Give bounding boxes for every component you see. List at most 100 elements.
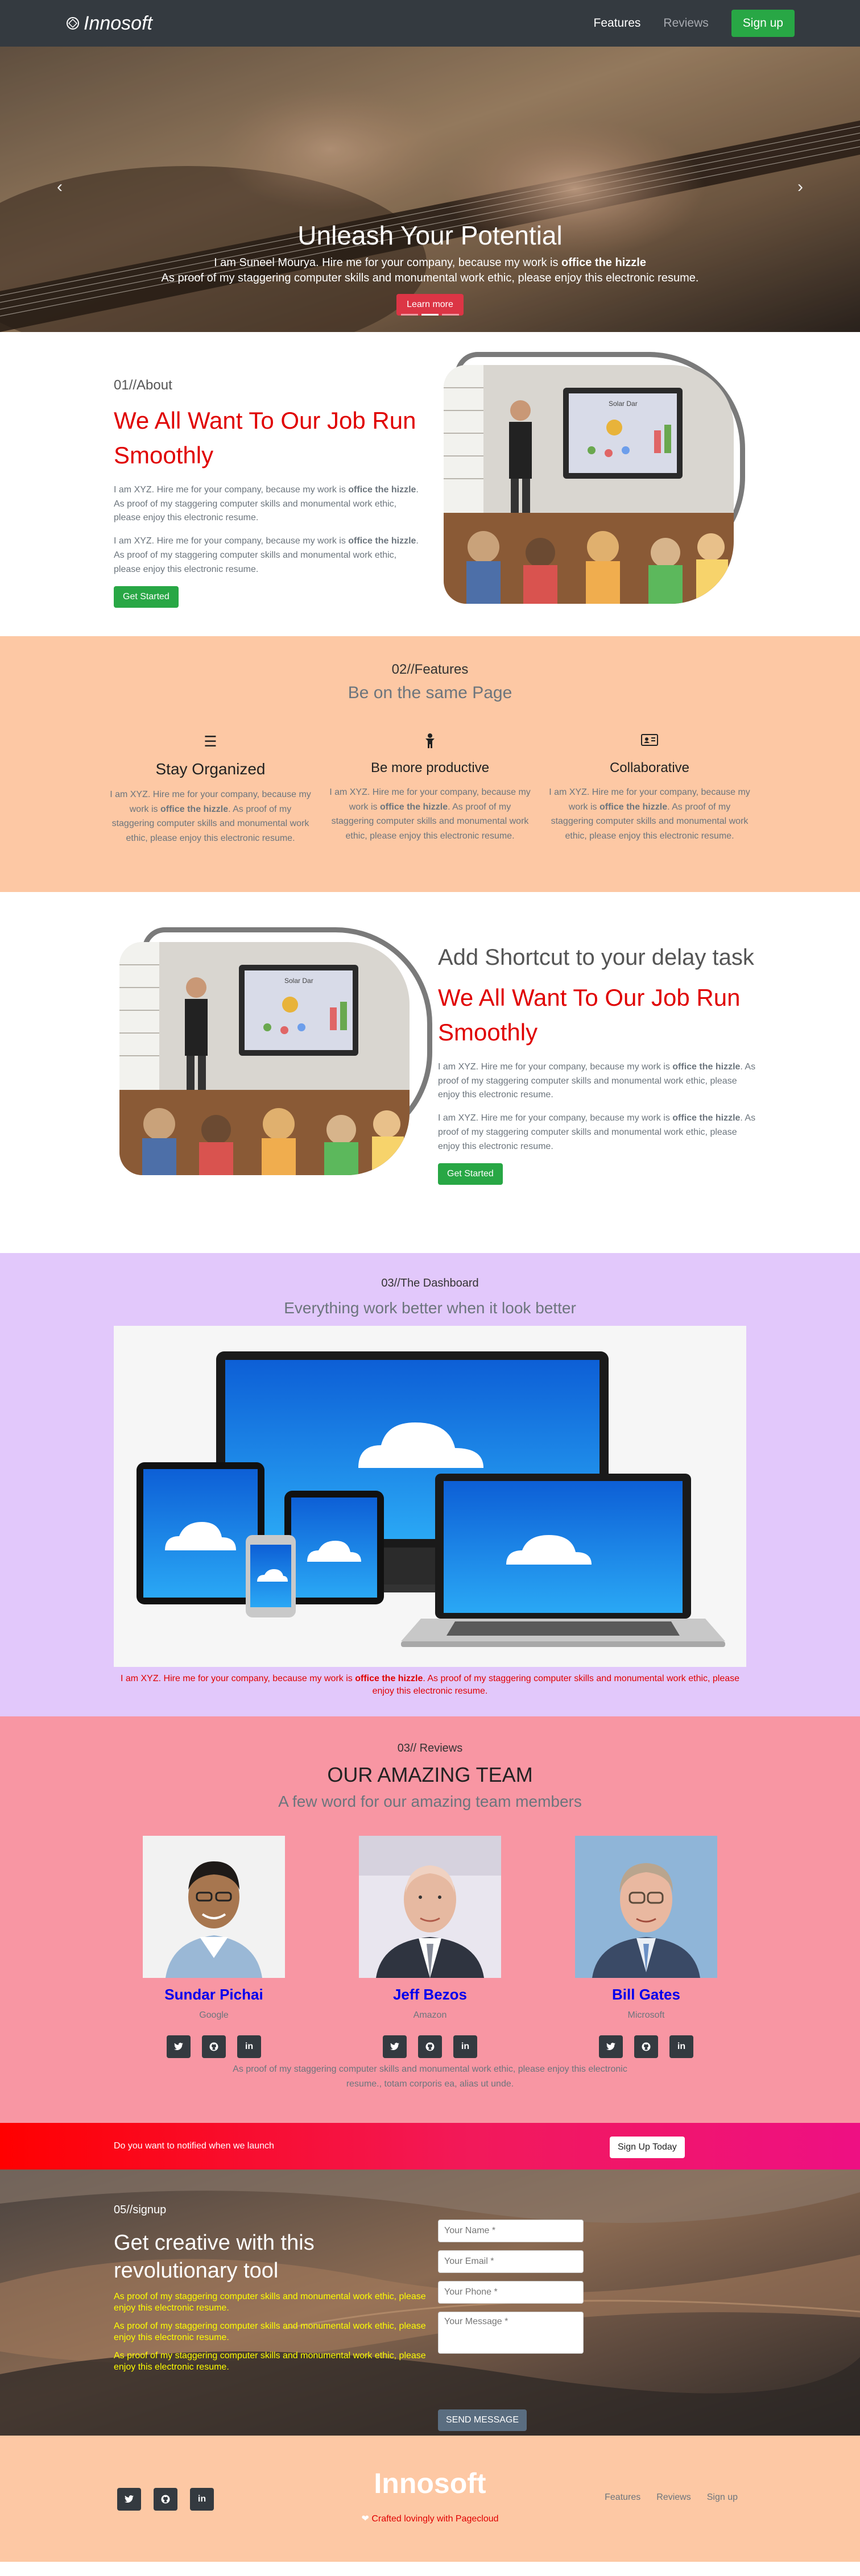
team-member-card: Sundar Pichai Google in bbox=[143, 1836, 285, 2058]
twitter-icon[interactable] bbox=[599, 2035, 623, 2058]
learn-more-button[interactable]: Learn more bbox=[396, 294, 464, 316]
get-started-button[interactable]: Get Started bbox=[438, 1163, 503, 1185]
member-name: Jeff Bezos bbox=[392, 1986, 468, 2003]
team-row: Sundar Pichai Google in Jeff Bezos Amazo… bbox=[0, 1836, 860, 2058]
email-field[interactable] bbox=[438, 2250, 584, 2273]
hero-line-2: As proof of my staggering computer skill… bbox=[161, 272, 699, 284]
twitter-icon-shape bbox=[606, 2043, 615, 2051]
classroom-photo: Solar Dar bbox=[119, 942, 410, 1175]
feature-text-bold: office the hizzle bbox=[379, 802, 448, 812]
hero-line-1-text: I am Suneel Mourya. Hire me for your com… bbox=[214, 256, 562, 269]
signup-text: 05//signup Get creative with this revolu… bbox=[114, 2204, 432, 2380]
heart-icon: ❤ bbox=[361, 2514, 369, 2524]
nav-links: Features Reviews Sign up bbox=[594, 10, 795, 37]
carousel-prev-icon[interactable]: ‹ bbox=[57, 177, 63, 197]
signup-section: 05//signup Get creative with this revolu… bbox=[0, 2170, 860, 2436]
github-icon[interactable] bbox=[418, 2035, 442, 2058]
footer-link-signup[interactable]: Sign up bbox=[707, 2492, 738, 2503]
github-icon-shape bbox=[209, 2042, 218, 2051]
about-paragraph: I am XYZ. Hire me for your company, beca… bbox=[114, 534, 421, 576]
shortcut-paragraph-text: I am XYZ. Hire me for your company, beca… bbox=[438, 1061, 673, 1072]
notify-text: Do you want to notified when we launch bbox=[114, 2141, 274, 2151]
shortcut-section: Solar Dar Add Shortcut to your delay tas… bbox=[0, 892, 860, 1253]
classroom-illustration: Solar Dar bbox=[444, 365, 734, 604]
feature-text-bold: office the hizzle bbox=[599, 802, 668, 812]
nav-link-features[interactable]: Features bbox=[594, 16, 641, 30]
brand[interactable]: Innosoft bbox=[65, 13, 152, 35]
footer-link-features[interactable]: Features bbox=[605, 2492, 640, 2503]
avatar bbox=[143, 1836, 285, 1978]
avatar bbox=[359, 1836, 501, 1978]
board-label: Solar Dar bbox=[609, 400, 638, 408]
send-message-button[interactable]: SEND MESSAGE bbox=[438, 2409, 527, 2431]
member-company: Google bbox=[199, 2010, 229, 2020]
reviews-heading: OUR AMAZING TEAM bbox=[327, 1763, 533, 1786]
about-paragraph-text: I am XYZ. Hire me for your company, beca… bbox=[114, 484, 349, 495]
linkedin-icon[interactable]: in bbox=[453, 2035, 477, 2058]
about-text: 01//About We All Want To Our Job Run Smo… bbox=[114, 378, 421, 608]
feature-title: Stay Organized bbox=[155, 760, 266, 778]
reviews-section: 03// Reviews OUR AMAZING TEAM A few word… bbox=[0, 1716, 860, 2123]
navbar: Innosoft Features Reviews Sign up bbox=[0, 0, 860, 47]
sign-up-today-button[interactable]: Sign Up Today bbox=[610, 2137, 685, 2158]
child-icon bbox=[328, 733, 532, 752]
github-icon[interactable] bbox=[202, 2035, 226, 2058]
twitter-icon-shape bbox=[390, 2043, 399, 2051]
avatar-portrait bbox=[359, 1836, 501, 1978]
feature-card: Collaborative I am XYZ. Hire me for your… bbox=[547, 733, 752, 845]
signup-button[interactable]: Sign up bbox=[731, 10, 795, 37]
member-name: Sundar Pichai bbox=[164, 1986, 263, 2003]
feature-card: Be more productive I am XYZ. Hire me for… bbox=[328, 733, 532, 845]
signup-form: SEND MESSAGE bbox=[438, 2220, 584, 2431]
twitter-icon-shape bbox=[174, 2043, 183, 2051]
github-icon[interactable] bbox=[634, 2035, 658, 2058]
dashboard-caption: I am XYZ. Hire me for your company, beca… bbox=[114, 1673, 746, 1698]
nav-link-reviews[interactable]: Reviews bbox=[663, 16, 708, 30]
shortcut-text: Add Shortcut to your delay task We All W… bbox=[438, 943, 756, 1185]
carousel-indicator[interactable] bbox=[401, 314, 418, 316]
twitter-icon[interactable] bbox=[167, 2035, 191, 2058]
classroom-illustration: Solar Dar bbox=[119, 942, 410, 1175]
features-subtitle: Be on the same Page bbox=[348, 683, 512, 702]
notify-bar: Do you want to notified when we launch S… bbox=[0, 2123, 860, 2170]
about-paragraph-text: I am XYZ. Hire me for your company, beca… bbox=[114, 536, 349, 546]
twitter-icon[interactable] bbox=[383, 2035, 407, 2058]
carousel-next-icon[interactable]: › bbox=[797, 177, 803, 197]
avatar-portrait bbox=[143, 1836, 285, 1978]
github-icon-shape bbox=[642, 2042, 651, 2051]
avatar-portrait bbox=[575, 1836, 717, 1978]
carousel-indicator[interactable] bbox=[442, 314, 459, 316]
classroom-photo: Solar Dar bbox=[444, 365, 734, 604]
feature-card: ☰ Stay Organized I am XYZ. Hire me for y… bbox=[108, 733, 313, 845]
carousel-indicator-active[interactable] bbox=[421, 314, 439, 316]
signup-tag: 05//signup bbox=[114, 2204, 167, 2216]
menu-icon: ☰ bbox=[204, 733, 217, 750]
message-field[interactable] bbox=[438, 2312, 584, 2354]
shortcut-paragraph: I am XYZ. Hire me for your company, beca… bbox=[438, 1060, 756, 1102]
team-member-card: Bill Gates Microsoft in bbox=[575, 1836, 717, 2058]
hero-caption: Unleash Your Potential I am Suneel Moury… bbox=[0, 220, 860, 316]
name-field[interactable] bbox=[438, 2220, 584, 2242]
signup-title: Get creative with this revolutionary too… bbox=[114, 2231, 315, 2283]
hero-title: Unleash Your Potential bbox=[297, 221, 563, 250]
hero-line-1-bold: office the hizzle bbox=[561, 256, 646, 269]
member-name: Bill Gates bbox=[612, 1986, 680, 2003]
brand-name: Innosoft bbox=[84, 12, 152, 34]
hero-line-1: I am Suneel Mourya. Hire me for your com… bbox=[0, 256, 860, 269]
about-paragraph-bold: office the hizzle bbox=[348, 536, 416, 546]
footer-link-reviews[interactable]: Reviews bbox=[656, 2492, 691, 2503]
linkedin-icon[interactable]: in bbox=[237, 2035, 261, 2058]
shortcut-paragraph-text: I am XYZ. Hire me for your company, beca… bbox=[438, 1113, 673, 1123]
board-label: Solar Dar bbox=[284, 977, 313, 985]
devices-illustration bbox=[114, 1326, 746, 1667]
member-socials: in bbox=[359, 2035, 501, 2058]
shortcut-paragraph-bold: office the hizzle bbox=[672, 1113, 741, 1123]
get-started-button[interactable]: Get Started bbox=[114, 586, 179, 608]
about-title: We All Want To Our Job Run Smoothly bbox=[114, 407, 416, 468]
features-tag: 02//Features bbox=[391, 662, 469, 677]
footer-links: Features Reviews Sign up bbox=[605, 2492, 738, 2503]
phone-field[interactable] bbox=[438, 2281, 584, 2304]
linkedin-icon[interactable]: in bbox=[669, 2035, 693, 2058]
shortcut-paragraph: I am XYZ. Hire me for your company, beca… bbox=[438, 1111, 756, 1154]
feature-text-bold: office the hizzle bbox=[160, 804, 229, 814]
